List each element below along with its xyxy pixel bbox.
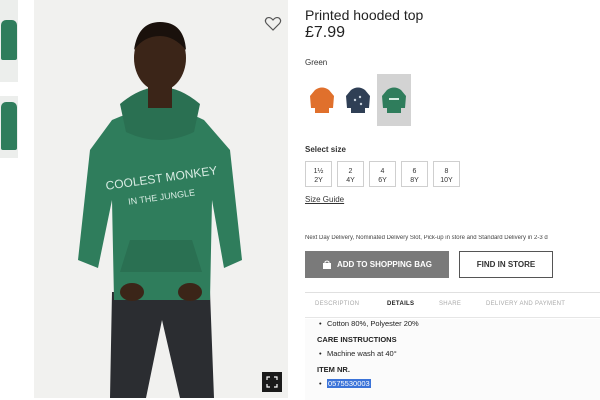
size-option-8y[interactable]: 6 8Y	[401, 161, 428, 187]
size-top: 4	[380, 167, 385, 175]
tab-details[interactable]: DETAILS	[387, 301, 414, 307]
tab-share[interactable]: SHARE	[439, 301, 461, 307]
fullscreen-icon[interactable]	[262, 372, 282, 392]
tab-delivery-and-payment[interactable]: DELIVERY AND PAYMENT	[486, 301, 565, 307]
size-bottom: 8Y	[410, 176, 419, 184]
composition-item: Cotton 80%, Polyester 20%	[319, 319, 419, 328]
tab-description[interactable]: DESCRIPTION	[315, 301, 359, 307]
heart-icon[interactable]	[263, 14, 283, 34]
care-instructions-heading: CARE INSTRUCTIONS	[317, 335, 397, 344]
product-image: COOLEST MONKEY IN THE JUNGLE	[34, 0, 288, 398]
find-in-store-button[interactable]: FIND IN STORE	[459, 251, 553, 278]
shopping-bag-icon	[323, 260, 331, 269]
size-bottom: 10Y	[440, 176, 453, 184]
details-content: Cotton 80%, Polyester 20% CARE INSTRUCTI…	[305, 319, 600, 400]
color-swatch-navy[interactable]	[341, 74, 375, 126]
size-guide-link[interactable]: Size Guide	[305, 195, 344, 204]
hoodie-icon	[310, 87, 334, 113]
product-tabs: DESCRIPTION DETAILS SHARE DELIVERY AND P…	[305, 292, 600, 400]
thumbnail-2[interactable]	[0, 96, 18, 158]
add-to-bag-button[interactable]: ADD TO SHOPPING BAG	[305, 251, 449, 278]
item-number-value[interactable]: 0575530003	[319, 379, 371, 388]
hoodie-icon	[346, 87, 370, 113]
item-number-heading: ITEM NR.	[317, 365, 350, 374]
tab-divider	[305, 317, 600, 318]
thumbnail-1[interactable]	[0, 0, 18, 82]
size-option-6y[interactable]: 4 6Y	[369, 161, 396, 187]
size-top: 6	[412, 167, 417, 175]
select-size-label: Select size	[305, 145, 346, 154]
care-instruction-item: Machine wash at 40°	[319, 349, 397, 358]
product-info: Printed hooded top £7.99 Green Select si…	[305, 0, 600, 400]
thumbnail-strip	[0, 0, 22, 400]
selected-color-label: Green	[305, 58, 328, 67]
color-swatch-green[interactable]	[377, 74, 411, 126]
product-price: £7.99	[305, 24, 346, 41]
size-top: 2	[348, 167, 353, 175]
size-option-2y[interactable]: 1½ 2Y	[305, 161, 332, 187]
add-to-bag-label: ADD TO SHOPPING BAG	[337, 260, 432, 269]
hoodie-icon	[382, 87, 406, 113]
product-title: Printed hooded top	[305, 7, 424, 23]
size-option-10y[interactable]: 8 10Y	[433, 161, 460, 187]
size-bottom: 6Y	[378, 176, 387, 184]
delivery-info: Next Day Delivery, Nominated Delivery Sl…	[305, 235, 548, 241]
size-top: 1½	[313, 167, 324, 175]
size-bottom: 2Y	[314, 176, 323, 184]
item-number-selected-text[interactable]: 0575530003	[327, 379, 371, 388]
size-option-4y[interactable]: 2 4Y	[337, 161, 364, 187]
size-bottom: 4Y	[346, 176, 355, 184]
size-top: 8	[444, 167, 449, 175]
product-photo-illustration: COOLEST MONKEY IN THE JUNGLE	[78, 22, 242, 398]
color-swatch-orange[interactable]	[305, 74, 339, 126]
